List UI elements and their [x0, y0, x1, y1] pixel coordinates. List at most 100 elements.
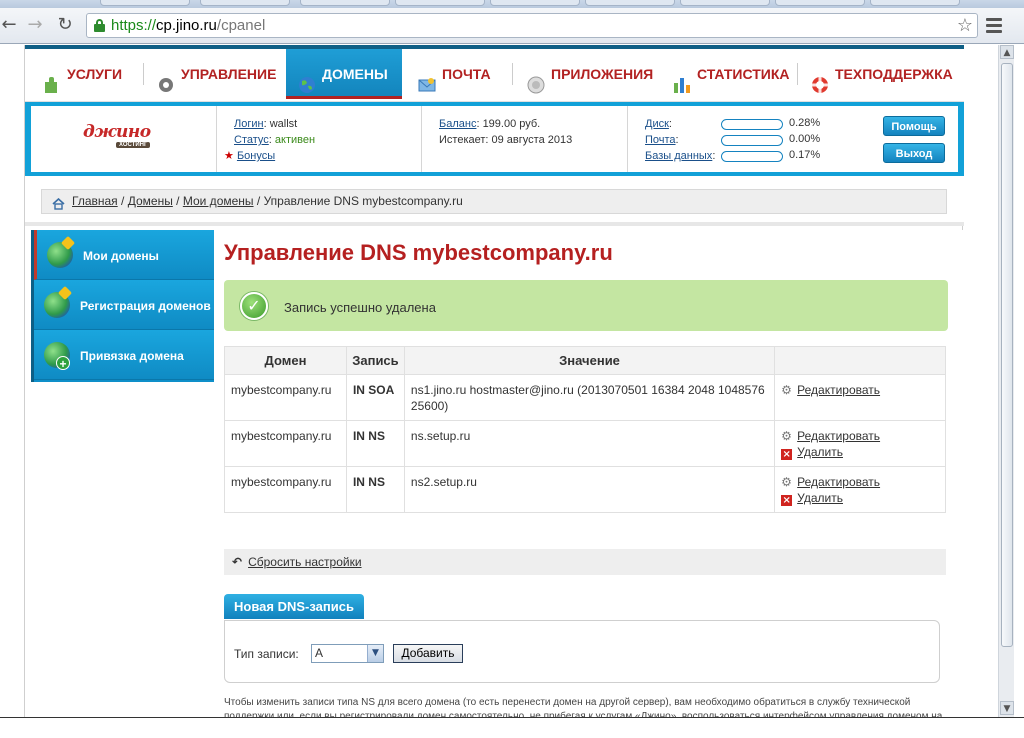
divider	[421, 106, 422, 172]
reset-settings-link[interactable]: Сбросить настройки	[248, 555, 361, 569]
bookmark-star-icon[interactable]: ☆	[957, 15, 973, 36]
browser-tab[interactable]	[775, 0, 865, 6]
column-header-actions	[774, 346, 946, 375]
browser-menu-icon[interactable]	[986, 18, 1002, 36]
nav-support[interactable]: Техподдержка	[811, 49, 953, 99]
nav-divider	[143, 63, 144, 85]
cell-record-type: IN NS	[345, 420, 405, 467]
sidebar-item-label: Мои домены	[83, 249, 159, 263]
nav-domains[interactable]: Домены	[286, 49, 402, 99]
browser-tab[interactable]	[490, 0, 580, 6]
expires-text: Истекает: 09 августа 2013	[439, 134, 573, 146]
colon: :	[675, 134, 679, 146]
nav-divider	[512, 63, 513, 85]
gear-icon: ⚙	[781, 475, 792, 489]
browser-tab[interactable]	[870, 0, 960, 6]
logo-sub: ХОСТИНГ	[116, 142, 151, 148]
cell-domain: mybestcompany.ru	[224, 420, 347, 467]
lifebuoy-icon	[811, 64, 829, 94]
reload-icon[interactable]: ↻	[54, 14, 76, 36]
disk-line: Диск:	[645, 116, 672, 132]
nav-management[interactable]: Управление	[157, 49, 276, 99]
browser-tab[interactable]	[395, 0, 485, 6]
delete-link[interactable]: Удалить	[797, 491, 843, 505]
disk-link[interactable]: Диск	[645, 118, 669, 130]
breadcrumb-area: Главная / Домены / Мои домены / Управлен…	[25, 176, 964, 226]
globe-icon	[298, 64, 316, 94]
breadcrumb-domains[interactable]: Домены	[128, 194, 173, 208]
edit-link[interactable]: Редактировать	[797, 475, 880, 489]
record-type-select[interactable]: A ▼	[311, 644, 384, 663]
breadcrumb-my-domains[interactable]: Мои домены	[183, 194, 254, 208]
scroll-down-icon[interactable]: ▼	[1000, 701, 1014, 715]
chevron-down-icon[interactable]: ▼	[367, 645, 383, 662]
nav-statistics[interactable]: Статистика	[673, 49, 790, 99]
nav-label: Услуги	[67, 66, 123, 82]
delete-action: × Удалить	[781, 444, 939, 460]
delete-link[interactable]: Удалить	[797, 445, 843, 459]
breadcrumb-sep: /	[172, 194, 183, 208]
breadcrumb-sep: /	[253, 194, 264, 208]
browser-tab[interactable]	[100, 0, 190, 6]
db-link[interactable]: Базы данных	[645, 150, 712, 162]
reset-icon: ↶	[232, 555, 243, 569]
ns-change-note: Чтобы изменить записи типа NS для всего …	[224, 697, 943, 717]
db-line: Базы данных:	[645, 148, 715, 164]
new-record-form: Тип записи: A ▼ Добавить	[224, 620, 940, 683]
forward-icon[interactable]: →	[24, 14, 46, 36]
status-link[interactable]: Статус	[234, 134, 269, 146]
sidebar-item-domain-registration[interactable]: Регистрация доменов	[34, 280, 214, 330]
sidebar-item-domain-binding[interactable]: + Привязка домена	[34, 330, 214, 380]
nav-label: Приложения	[551, 66, 654, 82]
bonus-link[interactable]: Бонусы	[237, 150, 275, 162]
browser-tab[interactable]	[300, 0, 390, 6]
disk-percent: 0.28%	[789, 117, 821, 129]
balance-link[interactable]: Баланс	[439, 118, 476, 130]
jino-logo[interactable]: джино ХОСТИНГ	[83, 122, 163, 156]
sidebar-item-my-domains[interactable]: Мои домены	[34, 230, 214, 280]
nav-label: Почта	[442, 66, 491, 82]
site-frame: Услуги Управление Домены Почта Приложени…	[24, 45, 964, 717]
nav-apps[interactable]: Приложения	[527, 49, 653, 99]
scrollbar-thumb[interactable]	[1001, 63, 1013, 647]
breadcrumb: Главная / Домены / Мои домены / Управлен…	[41, 189, 947, 214]
scroll-up-icon[interactable]: ▲	[1000, 45, 1014, 59]
back-icon[interactable]: ←	[0, 14, 20, 36]
tab-new-dns-record[interactable]: Новая DNS-запись	[224, 594, 364, 619]
success-text: Запись успешно удалена	[284, 300, 436, 315]
logout-button[interactable]: Выход	[883, 143, 945, 163]
mail-link[interactable]: Почта	[645, 134, 676, 146]
browser-tab[interactable]	[680, 0, 770, 6]
nav-services[interactable]: Услуги	[43, 49, 122, 99]
gear-icon: ⚙	[781, 429, 792, 443]
edit-link[interactable]: Редактировать	[797, 383, 880, 397]
breadcrumb-home[interactable]: Главная	[72, 194, 118, 208]
mail-line: Почта:	[645, 132, 679, 148]
edit-action: ⚙ Редактировать	[781, 382, 939, 398]
puzzle-icon	[43, 64, 61, 94]
browser-tab[interactable]	[585, 0, 675, 6]
address-bar[interactable]: https://cp.jino.ru/cpanel ☆	[86, 13, 978, 38]
column-header-domain: Домен	[224, 346, 347, 375]
cell-record-type: IN NS	[345, 466, 405, 513]
url-text: https://cp.jino.ru/cpanel	[111, 17, 266, 34]
window-bottom	[0, 717, 1024, 738]
apps-icon	[527, 64, 545, 94]
dns-records-table: Домен Запись Значение mybestcompany.ru I…	[224, 346, 946, 513]
vertical-scrollbar[interactable]: ▲ ▼	[998, 45, 1014, 717]
balance-value: : 199.00 руб.	[476, 118, 541, 130]
nav-mail[interactable]: Почта	[418, 49, 491, 99]
add-button[interactable]: Добавить	[393, 644, 463, 663]
delete-icon: ×	[781, 495, 793, 506]
login-link[interactable]: Логин	[234, 118, 264, 130]
edit-link[interactable]: Редактировать	[797, 429, 880, 443]
home-icon[interactable]	[52, 195, 65, 210]
help-button[interactable]: Помощь	[883, 116, 945, 136]
browser-tab[interactable]	[200, 0, 290, 6]
column-header-record: Запись	[345, 346, 405, 375]
cell-domain: mybestcompany.ru	[224, 466, 347, 513]
breadcrumb-current: Управление DNS mybestcompany.ru	[263, 194, 463, 208]
cell-actions: ⚙ Редактировать × Удалить	[774, 466, 946, 513]
colon: :	[712, 150, 716, 162]
delete-icon: ×	[781, 449, 793, 460]
